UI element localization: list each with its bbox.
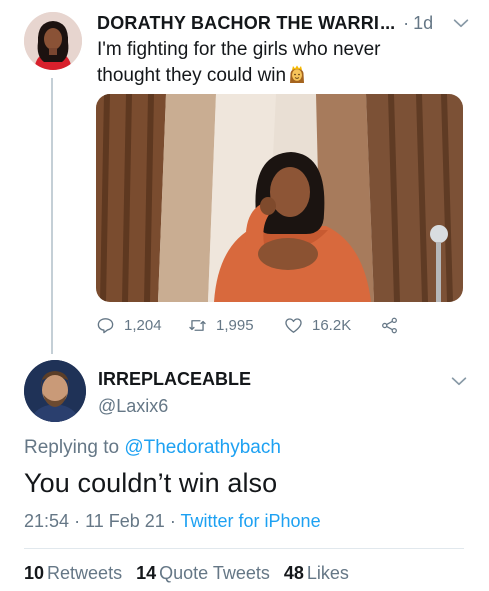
retweets-stat[interactable]: 10 Retweets — [24, 563, 122, 584]
tweet-date[interactable]: 11 Feb 21 — [85, 511, 165, 531]
tweet-media-photo[interactable] — [96, 94, 463, 302]
like-button[interactable]: 16.2K — [284, 316, 380, 335]
main-tweet-text: You couldn’t win also — [24, 468, 278, 498]
avatar[interactable] — [24, 12, 82, 70]
retweet-count: 1,995 — [216, 316, 254, 334]
reply-mention-link[interactable]: @Thedorathybach — [124, 437, 281, 458]
likes-stat[interactable]: 48 Likes — [284, 563, 349, 584]
share-icon — [382, 317, 397, 333]
retweets-count: 10 — [24, 563, 45, 583]
retweets-label: Retweets — [47, 563, 123, 583]
chevron-down-icon[interactable] — [450, 12, 472, 34]
thread-connector-line — [51, 78, 53, 354]
quotes-count: 14 — [136, 563, 157, 583]
like-count: 16.2K — [312, 316, 352, 334]
tweet-text-content: I'm fighting for the girls who never tho… — [97, 39, 381, 86]
tweet-time[interactable]: 1d — [413, 13, 433, 34]
profile-photo-icon — [24, 360, 86, 422]
avatar[interactable] — [24, 360, 86, 422]
user-handle[interactable]: @Laxix6 — [98, 396, 168, 417]
share-button[interactable] — [380, 316, 408, 335]
separator-dot: · — [403, 12, 410, 33]
profile-photo-icon — [24, 12, 82, 70]
quote-tweets-stat[interactable]: 14 Quote Tweets — [136, 563, 270, 584]
chevron-down-icon[interactable] — [448, 370, 470, 392]
tweet-stats: 10 Retweets 14 Quote Tweets 48 Likes — [24, 563, 363, 584]
tweet-time[interactable]: 21:54 — [24, 511, 69, 531]
princess-emoji-icon — [290, 65, 305, 83]
likes-label: Likes — [306, 563, 349, 583]
parent-tweet-text: I'm fighting for the girls who never tho… — [97, 37, 427, 89]
parent-tweet-actions: 1,204 1,995 16.2K — [96, 314, 416, 336]
quotes-label: Quote Tweets — [159, 563, 270, 583]
heart-icon — [285, 317, 302, 333]
reply-icon — [97, 317, 114, 333]
reply-button[interactable]: 1,204 — [96, 316, 188, 335]
parent-tweet-header: DORATHY BACHOR THE WARRI ... · 1d — [97, 10, 472, 36]
replying-to-line: Replying to @Thedorathybach — [24, 437, 281, 459]
divider — [24, 548, 464, 549]
display-name[interactable]: DORATHY BACHOR THE WARRI — [97, 13, 379, 34]
retweet-button[interactable]: 1,995 — [188, 316, 284, 335]
name-truncation: ... — [380, 12, 396, 33]
separator-dot: · — [74, 511, 81, 531]
replying-prefix: Replying to — [24, 437, 125, 458]
retweet-icon — [189, 319, 206, 331]
separator-dot: · — [169, 511, 176, 531]
tweet-metadata: 21:54 · 11 Feb 21 · Twitter for iPhone — [24, 511, 321, 532]
display-name[interactable]: IRREPLACEABLE — [98, 369, 251, 390]
likes-count: 48 — [283, 563, 304, 583]
reply-count: 1,204 — [124, 316, 162, 334]
photo-woman-in-orange-dress-icon — [96, 94, 463, 302]
tweet-source-link[interactable]: Twitter for iPhone — [181, 511, 321, 531]
